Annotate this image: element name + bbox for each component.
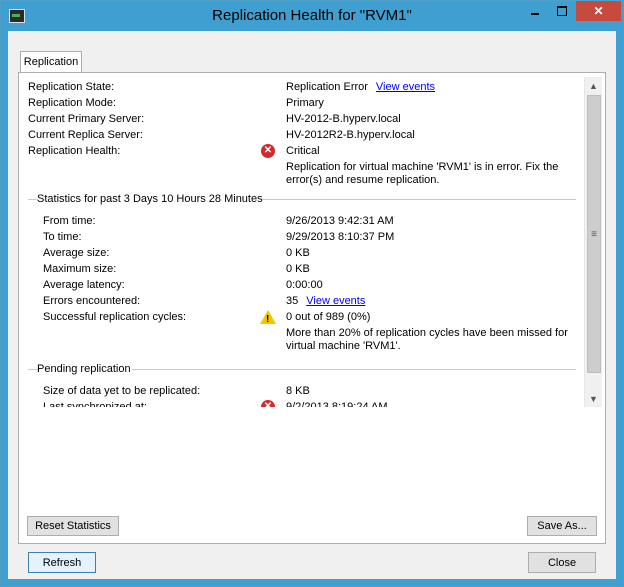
primary-server-label: Current Primary Server:	[28, 113, 145, 125]
vertical-scrollbar[interactable]: ▲ ≡ ▼	[584, 77, 602, 407]
health-error-message: Replication for virtual machine 'RVM1' i…	[286, 161, 559, 186]
section-divider	[262, 199, 576, 200]
replication-cycles-label: Successful replication cycles:	[43, 311, 187, 323]
tab-label: Replication	[23, 56, 79, 68]
refresh-button[interactable]: Refresh	[28, 552, 96, 573]
from-time-label: From time:	[43, 215, 96, 227]
close-label: Close	[547, 556, 577, 569]
close-icon: ✕	[593, 4, 604, 18]
average-latency-label: Average latency:	[43, 279, 125, 291]
maximum-size-label: Maximum size:	[43, 263, 117, 275]
last-synchronized-value: 9/2/2013 8:19:24 AM	[286, 401, 388, 407]
last-synchronized-label: Last synchronized at:	[43, 401, 147, 407]
view-events-link[interactable]: View events	[376, 81, 435, 93]
replication-state-label: Replication State:	[28, 81, 115, 93]
refresh-label: Refresh	[42, 556, 82, 569]
close-button[interactable]: Close	[528, 552, 596, 573]
scrollbar-thumb[interactable]: ≡	[587, 95, 601, 373]
replication-cycles-value: 0 out of 989 (0%)	[286, 311, 371, 323]
average-latency-value: 0:00:00	[286, 279, 323, 291]
from-time-value: 9/26/2013 9:42:31 AM	[286, 215, 394, 227]
pending-heading: Pending replication	[37, 363, 131, 375]
tab-replication[interactable]: Replication	[20, 51, 82, 72]
pending-size-value: 8 KB	[286, 385, 310, 397]
save-as-label: Save As...	[537, 520, 587, 532]
replication-health-value: Critical	[286, 145, 320, 157]
dialog-client-area: Replication Replication State: Replicati…	[8, 31, 616, 579]
last-sync-error-icon: ✕	[261, 400, 275, 407]
minimize-button[interactable]	[522, 1, 548, 21]
reset-statistics-label: Reset Statistics	[35, 520, 111, 532]
scroll-up-icon[interactable]: ▲	[585, 77, 602, 94]
replica-server-label: Current Replica Server:	[28, 129, 143, 141]
replication-state-value: Replication Error	[286, 81, 368, 93]
close-window-button[interactable]: ✕	[576, 1, 621, 21]
replica-server-value: HV-2012R2-B.hyperv.local	[286, 129, 415, 141]
cycles-warning-message: More than 20% of replication cycles have…	[286, 327, 568, 352]
pending-divider	[132, 369, 576, 370]
statistics-heading: Statistics for past 3 Days 10 Hours 28 M…	[37, 193, 263, 205]
replication-health-window: Replication Health for "RVM1" ✕ Replicat…	[0, 0, 624, 587]
replication-tab-panel: Replication State: Replication Error View…	[18, 72, 606, 544]
replication-health-label: Replication Health:	[28, 145, 121, 157]
maximize-button[interactable]	[549, 1, 575, 21]
health-details-scroll-area[interactable]: Replication State: Replication Error View…	[28, 77, 601, 407]
to-time-label: To time:	[43, 231, 82, 243]
title-bar[interactable]: Replication Health for "RVM1" ✕	[1, 1, 623, 29]
to-time-value: 9/29/2013 8:10:37 PM	[286, 231, 395, 243]
warning-icon: !	[260, 310, 276, 325]
errors-label: Errors encountered:	[43, 295, 141, 307]
primary-server-value: HV-2012-B.hyperv.local	[286, 113, 401, 125]
scroll-down-icon[interactable]: ▼	[585, 390, 602, 407]
minimize-icon	[531, 13, 539, 15]
average-size-value: 0 KB	[286, 247, 310, 259]
error-icon: ✕	[261, 144, 275, 158]
pending-size-label: Size of data yet to be replicated:	[43, 385, 201, 397]
maximize-icon	[557, 6, 567, 16]
errors-view-events-link[interactable]: View events	[306, 295, 365, 307]
replication-mode-label: Replication Mode:	[28, 97, 117, 109]
average-size-label: Average size:	[43, 247, 110, 259]
maximum-size-value: 0 KB	[286, 263, 310, 275]
errors-value: 35	[286, 295, 299, 307]
save-as-button[interactable]: Save As...	[527, 516, 597, 536]
replication-mode-value: Primary	[286, 97, 324, 109]
grip-icon: ≡	[591, 228, 597, 240]
reset-statistics-button[interactable]: Reset Statistics	[27, 516, 119, 536]
